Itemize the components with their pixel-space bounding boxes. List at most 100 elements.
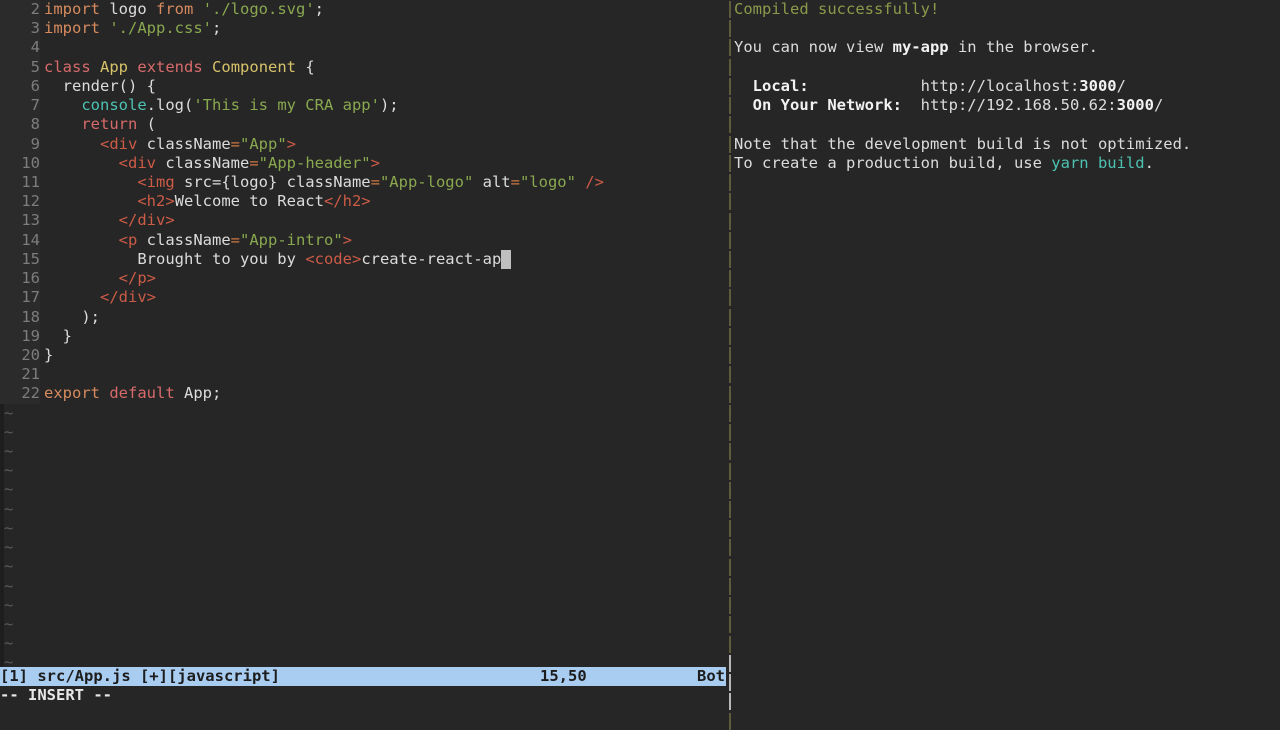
code-token: <code>	[305, 249, 362, 268]
terminal-text: On Your Network:	[752, 96, 902, 115]
code-token: './logo.svg'	[202, 0, 315, 18]
code-token: Welcome to React	[174, 192, 324, 211]
divider-segment	[729, 289, 731, 307]
code-line[interactable]: 22 export default App;	[0, 384, 726, 404]
code-token: "App-header"	[258, 153, 371, 172]
code-line[interactable]: 3 import './App.css';	[0, 19, 726, 39]
terminal-text: Local:	[752, 76, 809, 95]
code-token: >	[286, 134, 297, 153]
line-number: 2	[0, 0, 40, 20]
code-token: <div	[118, 153, 156, 172]
vim-text-area[interactable]: 2 import logo from './logo.svg'; 3 import…	[0, 0, 726, 666]
status-cursor-position: 15,50	[540, 666, 587, 685]
code-line[interactable]: 10 <div className="App-header">	[0, 153, 726, 173]
code-line[interactable]: 19 }	[0, 326, 726, 346]
code-line[interactable]: 2 import logo from './logo.svg';	[0, 0, 726, 20]
terminal-text: in the browser.	[948, 38, 1098, 57]
code-token: App	[184, 384, 213, 403]
line-number: 18	[0, 307, 40, 327]
code-line[interactable]: 5 class App extends Component {	[0, 57, 726, 77]
code-token: from	[156, 0, 194, 18]
code-token: default	[109, 384, 175, 403]
code-token: }	[44, 326, 72, 345]
status-file-info: [1] src/App.js [+][javascript]	[0, 666, 280, 685]
code-line[interactable]: 14 <p className="App-intro">	[0, 230, 726, 250]
vim-editor-pane[interactable]: 2 import logo from './logo.svg'; 3 import…	[0, 0, 726, 720]
code-line[interactable]: 17 </div>	[0, 288, 726, 308]
code-token: className	[155, 153, 250, 172]
code-token: }	[44, 345, 54, 364]
code-line[interactable]: 13 </div>	[0, 211, 726, 231]
divider-segment	[729, 1, 731, 18]
line-number: 15	[0, 249, 40, 270]
line-number: 21	[0, 365, 40, 385]
terminal-text: http://192.168.50.62:	[901, 96, 1117, 115]
divider-segment	[729, 674, 731, 692]
code-line[interactable]: 20 }	[0, 345, 726, 366]
divider-segment	[729, 654, 731, 672]
code-token: </div>	[118, 211, 175, 230]
terminal-output-pane[interactable]: Compiled successfully! You can now view …	[734, 0, 1280, 720]
empty-line-marker: ~	[4, 557, 14, 576]
code-line[interactable]: 4	[0, 38, 726, 58]
code-token: Component	[212, 57, 297, 76]
code-line[interactable]: 15 Brought to you by <code>create-react-…	[0, 249, 726, 270]
code-token: render() {	[44, 76, 156, 95]
terminal-text: Compiled successfully!	[734, 0, 940, 18]
code-line[interactable]: 6 render() {	[0, 76, 726, 97]
code-line[interactable]: 21	[0, 365, 726, 385]
empty-line-marker: ~	[4, 422, 14, 441]
empty-line-marker: ~	[4, 538, 14, 557]
code-line[interactable]: 7 console.log('This is my CRA app');	[0, 96, 726, 116]
code-line[interactable]: 18 );	[0, 307, 726, 327]
divider-segment	[729, 154, 731, 172]
terminal-screen: 2 import logo from './logo.svg'; 3 import…	[0, 0, 1280, 730]
line-number: 9	[0, 134, 40, 154]
code-line[interactable]: 9 <div className="App">	[0, 134, 726, 154]
divider-segment	[729, 347, 731, 365]
code-token: >	[342, 230, 352, 249]
divider-segment	[729, 174, 731, 192]
code-token: "App-intro"	[240, 230, 343, 249]
divider-segment	[729, 308, 731, 326]
code-line[interactable]: 16 </p>	[0, 269, 726, 289]
code-token: "App"	[240, 134, 287, 153]
divider-segment	[729, 250, 731, 268]
terminal-text: Note that the development build is not o…	[734, 134, 1192, 153]
code-token: class	[44, 57, 91, 76]
line-number: 16	[0, 269, 40, 289]
terminal-line: You can now view my-app in the browser.	[734, 38, 1280, 57]
code-token: ;	[212, 384, 222, 403]
code-token: 'This is my CRA app'	[193, 96, 380, 115]
code-line[interactable]: 12 <h2>Welcome to React</h2>	[0, 192, 726, 212]
code-token: "App-logo"	[379, 172, 474, 191]
divider-segment	[729, 577, 731, 595]
empty-line-marker: ~	[4, 595, 14, 614]
terminal-text: yarn build	[1051, 153, 1145, 172]
line-number: 3	[0, 19, 40, 39]
code-line[interactable]: 11 <img src={logo} className="App-logo" …	[0, 172, 726, 193]
terminal-text: 3000	[1116, 96, 1154, 115]
divider-segment	[729, 97, 731, 115]
line-number: 10	[0, 153, 40, 173]
divider-segment	[729, 443, 731, 461]
code-token: className	[137, 230, 231, 249]
empty-line-marker: ~	[4, 653, 14, 666]
code-token: =	[370, 172, 380, 191]
line-number-gap	[40, 365, 44, 384]
text-cursor	[501, 249, 512, 270]
divider-segment	[729, 635, 731, 653]
code-token: ;	[212, 19, 222, 38]
code-line[interactable]: 8 return (	[0, 115, 726, 135]
code-token: <img	[137, 172, 175, 191]
code-token: );	[44, 307, 100, 326]
